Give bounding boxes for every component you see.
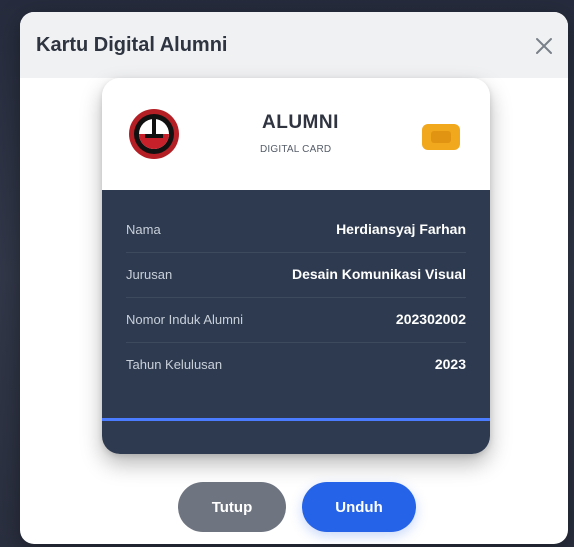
detail-row-major: Jurusan Desain Komunikasi Visual (126, 253, 466, 298)
detail-value: 202302002 (395, 311, 466, 327)
detail-label: Tahun Kelulusan (126, 357, 223, 372)
detail-label: Jurusan (126, 267, 173, 282)
detail-row-name: Nama Herdiansyaj Farhan (126, 208, 466, 253)
card-subtitle: DIGITAL CARD (260, 144, 332, 155)
detail-value: 2023 (434, 356, 466, 372)
detail-value: Herdiansyaj Farhan (336, 221, 466, 237)
modal-header: Kartu Digital Alumni (20, 12, 568, 78)
detail-row-alumni-id: Nomor Induk Alumni 202302002 (126, 298, 466, 343)
detail-row-graduation-year: Tahun Kelulusan 2023 (126, 343, 466, 387)
alumni-card-modal: Kartu Digital Alumni ALUMNI DIGITAL CARD (20, 12, 568, 544)
close-icon (536, 38, 552, 54)
detail-value: Desain Komunikasi Visual (291, 266, 466, 282)
card-details: Nama Herdiansyaj Farhan Jurusan Desain K… (102, 190, 490, 454)
detail-label: Nama (126, 222, 161, 237)
close-button[interactable] (526, 28, 562, 64)
modal-title: Kartu Digital Alumni (36, 34, 228, 56)
card-header: ALUMNI DIGITAL CARD (102, 78, 490, 190)
institution-logo (129, 109, 179, 159)
details-list: Nama Herdiansyaj Farhan Jurusan Desain K… (126, 208, 466, 387)
card-chip-icon (422, 124, 460, 150)
detail-label: Nomor Induk Alumni (126, 312, 244, 327)
digital-alumni-card: ALUMNI DIGITAL CARD Nama Herdiansyaj Far… (102, 78, 490, 454)
card-accent-line (102, 418, 490, 421)
download-button[interactable]: Unduh (302, 482, 416, 532)
close-modal-button[interactable]: Tutup (178, 482, 286, 532)
card-title: ALUMNI (262, 112, 339, 133)
modal-footer: Tutup Unduh (20, 474, 568, 534)
